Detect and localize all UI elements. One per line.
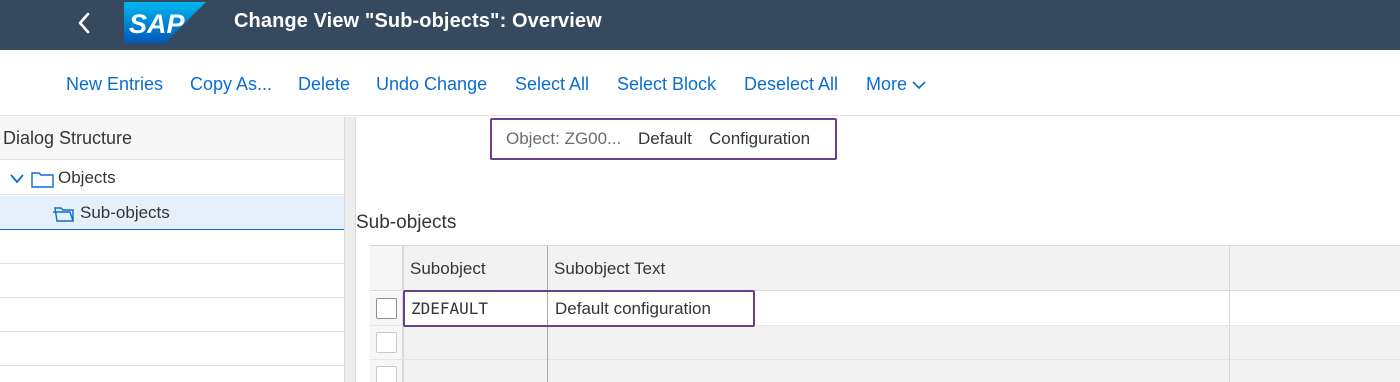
- tree-item-objects[interactable]: Objects: [0, 161, 344, 195]
- table-row[interactable]: [370, 326, 1400, 360]
- row-checkbox[interactable]: [376, 366, 397, 382]
- undo-change-button[interactable]: Undo Change: [376, 74, 487, 95]
- row-checkbox[interactable]: [376, 332, 397, 353]
- more-label: More: [866, 74, 908, 94]
- column-header-subobject[interactable]: Subobject: [410, 259, 486, 279]
- tree-empty-row: [0, 264, 344, 298]
- row-highlight-box: [403, 290, 755, 327]
- row-selector[interactable]: [370, 360, 403, 382]
- table-header: Subobject Subobject Text: [370, 246, 1400, 291]
- tree-empty-row: [0, 332, 344, 366]
- select-all-column[interactable]: [370, 246, 403, 290]
- section-title: Sub-objects: [356, 212, 457, 233]
- more-menu-button[interactable]: More: [866, 74, 927, 95]
- row-selector[interactable]: [370, 326, 403, 359]
- object-value-default: Default: [638, 129, 692, 148]
- tree-empty-row: [0, 230, 344, 264]
- svg-text:SAP: SAP: [129, 9, 186, 39]
- copy-as-button[interactable]: Copy As...: [190, 74, 272, 95]
- dialog-structure-panel: Dialog Structure Objects Sub-objects: [0, 117, 344, 382]
- row-checkbox[interactable]: [376, 298, 397, 319]
- tree-item-label: Objects: [58, 168, 116, 187]
- folder-icon: [31, 172, 54, 188]
- dialog-structure-title: Dialog Structure: [3, 128, 133, 148]
- back-button[interactable]: [72, 9, 98, 37]
- sap-logo: SAP: [124, 2, 206, 43]
- deselect-all-button[interactable]: Deselect All: [744, 74, 838, 95]
- chevron-down-icon[interactable]: [9, 173, 25, 185]
- shell-bar: SAP Change View "Sub-objects": Overview: [0, 0, 1400, 50]
- object-label: Object: ZG00...: [506, 129, 622, 148]
- row-selector[interactable]: [370, 292, 403, 325]
- column-header-subobject-text[interactable]: Subobject Text: [554, 259, 665, 279]
- open-folder-icon: [53, 207, 74, 222]
- tree-empty-row: [0, 298, 344, 332]
- page-title: Change View "Sub-objects": Overview: [234, 10, 602, 32]
- toolbar: New Entries Copy As... Delete Undo Chang…: [0, 50, 1400, 116]
- panel-splitter[interactable]: [344, 117, 356, 382]
- table-row[interactable]: [370, 360, 1400, 382]
- delete-button[interactable]: Delete: [298, 74, 350, 95]
- select-block-button[interactable]: Select Block: [617, 74, 716, 95]
- tree-item-sub-objects[interactable]: Sub-objects: [0, 196, 344, 230]
- column-divider: [1229, 246, 1230, 382]
- tree-item-label: Sub-objects: [80, 203, 170, 222]
- chevron-left-icon: [78, 12, 90, 34]
- new-entries-button[interactable]: New Entries: [66, 74, 163, 95]
- select-all-button[interactable]: Select All: [515, 74, 589, 95]
- object-value-configuration: Configuration: [709, 129, 811, 148]
- chevron-down-icon: [912, 80, 926, 89]
- dialog-structure-header: Dialog Structure: [0, 117, 344, 160]
